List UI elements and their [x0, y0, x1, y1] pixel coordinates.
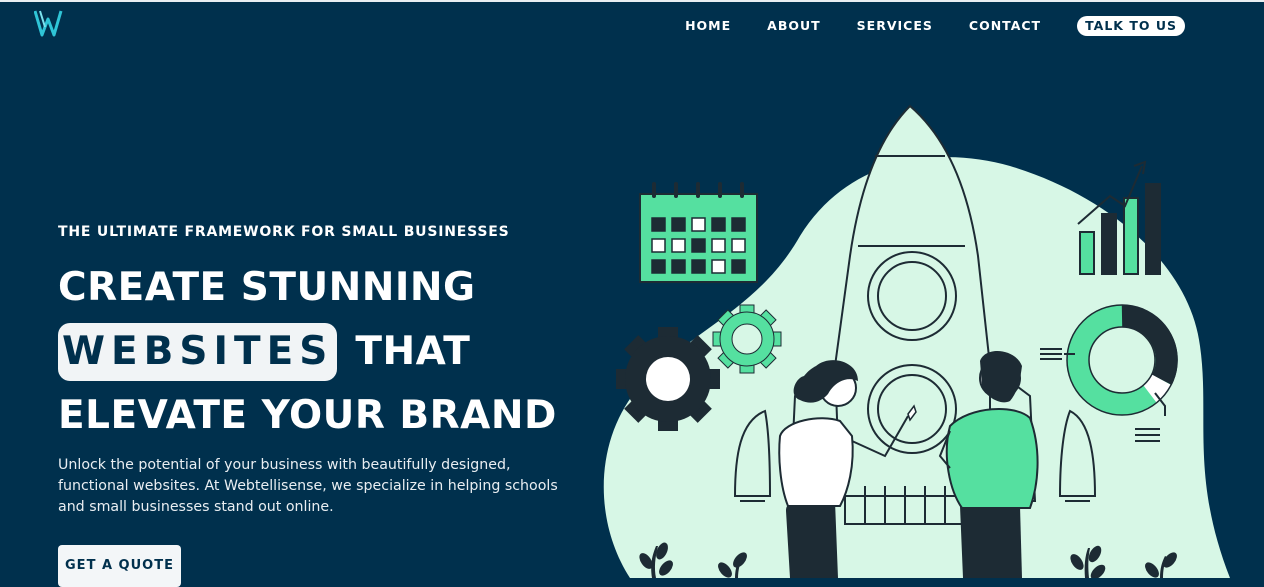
headline-line-3: ELEVATE YOUR BRAND	[58, 393, 557, 438]
browser-top-strip	[0, 0, 1264, 2]
nav-contact[interactable]: CONTACT	[969, 15, 1041, 37]
hero-illustration	[603, 104, 1230, 578]
headline-line-2-rest: THAT	[355, 329, 471, 374]
headline-line-2: WEBSITES THAT	[58, 320, 557, 384]
nav-services[interactable]: SERVICES	[857, 15, 933, 37]
talk-to-us-button[interactable]: TALK TO US	[1077, 16, 1185, 36]
nav-about[interactable]: ABOUT	[767, 15, 821, 37]
main-nav: HOME ABOUT SERVICES CONTACT TALK TO US	[685, 15, 1185, 37]
hero-headline: CREATE STUNNING WEBSITES THAT ELEVATE YO…	[58, 256, 557, 448]
hero-description: Unlock the potential of your business wi…	[58, 457, 558, 515]
headline-line-1: CREATE STUNNING	[58, 265, 476, 310]
webtellisense-logo-icon[interactable]	[34, 9, 64, 39]
get-a-quote-button[interactable]: GET A QUOTE	[58, 545, 181, 587]
calendar-icon	[639, 182, 758, 283]
headline-highlight: WEBSITES	[58, 323, 338, 381]
hero-eyebrow: THE ULTIMATE FRAMEWORK FOR SMALL BUSINES…	[58, 224, 510, 240]
nav-home[interactable]: HOME	[685, 15, 731, 37]
